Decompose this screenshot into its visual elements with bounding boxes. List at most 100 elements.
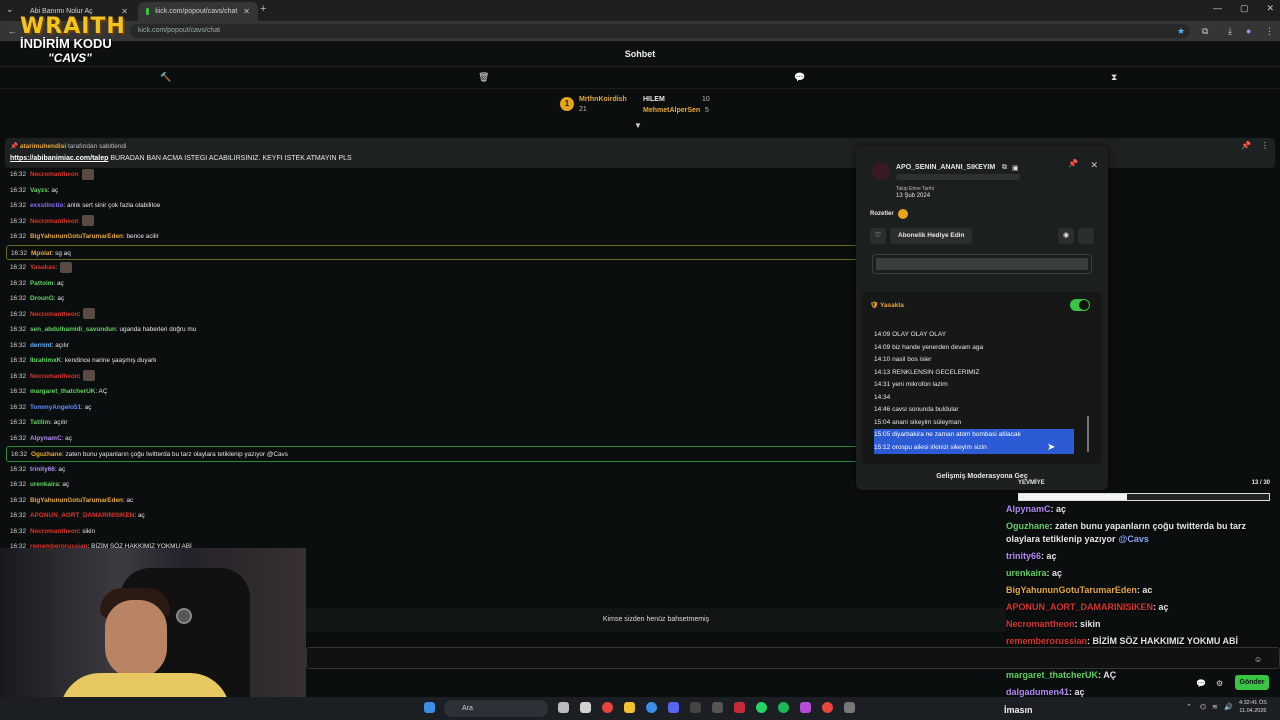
chat-message[interactable]: 16:32 Yasakas: — [6, 260, 858, 276]
chat-message[interactable]: 16:32 exxstinctio: anlık sert sinir çok f… — [6, 198, 858, 214]
message-username[interactable]: Necromantheon — [30, 528, 79, 535]
ban-toggle[interactable] — [1070, 299, 1090, 311]
taskbar-search[interactable]: Ara — [444, 700, 548, 717]
hammer-icon[interactable]: 🔨 — [160, 72, 171, 83]
message-username[interactable]: TommyAngelo51 — [30, 404, 81, 411]
chat-message[interactable]: 16:32 dernint: açılır — [6, 338, 858, 354]
url-field[interactable]: kick.com/popout/cavs/chat — [130, 24, 1190, 38]
history-scrollbar[interactable] — [1087, 416, 1089, 452]
chat-message[interactable]: 16:32 BigYahununGotuTarumarEden: bence ac… — [6, 229, 858, 245]
message-history[interactable]: 14:09 OLAY OLAY OLAY 14:09 biz hande yene… — [874, 329, 1074, 454]
heart-icon[interactable]: ♡ — [870, 228, 886, 244]
extensions-icon[interactable]: ⧉ — [1202, 26, 1208, 37]
chat-message[interactable]: 16:32 Pattoim: aç — [6, 276, 858, 292]
message-username[interactable]: Necromantheon — [30, 311, 79, 318]
chat-bubble-icon[interactable]: 💬 — [1196, 679, 1206, 688]
chat-message[interactable]: 16:32 TommyAngelo51: aç — [6, 400, 858, 416]
taskbar-clock[interactable]: 4:32:41 ÖS 11.04.2026 — [1239, 699, 1267, 715]
chat-message[interactable]: 16:32 Necromantheon — [6, 167, 858, 183]
message-username[interactable]: Necromantheon — [30, 218, 79, 225]
message-username[interactable]: dernint — [30, 342, 52, 349]
mute-icon[interactable]: ◉ — [1058, 228, 1074, 244]
new-tab-button[interactable]: + — [260, 3, 266, 15]
emoji-icon[interactable]: ☺ — [1254, 655, 1262, 664]
history-message[interactable]: 15:12 orospu ailesi irkinizi sikeyim siz… — [874, 441, 1074, 454]
copy-icon[interactable]: ⧉ — [1002, 164, 1007, 172]
app-icon[interactable] — [844, 702, 855, 713]
chat-message[interactable]: 16:32 Vayzs: aç — [6, 183, 858, 199]
close-icon[interactable]: ✕ — [243, 7, 250, 16]
folder-icon[interactable] — [624, 702, 635, 713]
chat-message[interactable]: 16:32 AlpynamC: aç — [6, 431, 858, 447]
chat-message[interactable]: 16:32 urenkaira: aç — [6, 477, 858, 493]
history-message[interactable]: 15:05 diyarbakira ne zaman atom bombasi … — [874, 429, 1074, 442]
chat-message[interactable]: 16:32 trinity66: aç — [6, 462, 858, 478]
unpin-icon[interactable]: 📌 — [1241, 141, 1251, 150]
hourglass-icon[interactable]: ⧗ — [1111, 72, 1117, 83]
history-message[interactable]: 14:09 OLAY OLAY OLAY — [874, 329, 1074, 342]
volume-icon[interactable]: 🔊 — [1224, 703, 1233, 711]
history-message[interactable]: 14:13 RENKLENSIN GECELERIMIZ — [874, 367, 1074, 380]
close-window-icon[interactable]: ✕ — [1266, 3, 1274, 14]
message-username[interactable]: sen_abdulhamidi_savundun — [30, 326, 116, 333]
chat-message[interactable]: 16:32 Mpolat: sg aq — [6, 244, 858, 260]
back-icon[interactable]: ← — [8, 26, 17, 36]
chat-message[interactable]: 16:32 BigYahununGotuTarumarEden: ac — [6, 493, 858, 509]
message-username[interactable]: exxstinctio — [30, 202, 63, 209]
chat-message[interactable]: 16:32 margaret_thatcherUK: AÇ — [6, 384, 858, 400]
message-username[interactable]: urenkaira — [30, 481, 59, 488]
history-message[interactable]: 14:46 cavsi sonunda buldular — [874, 404, 1074, 417]
chat-message[interactable]: 16:32 Necromantheon: — [6, 307, 858, 323]
color-swatch-button[interactable] — [1078, 228, 1094, 244]
history-message[interactable]: 14:10 nasil bos isler — [874, 354, 1074, 367]
message-username[interactable]: Oguzhane — [31, 451, 62, 458]
close-icon[interactable]: ✕ — [1090, 160, 1098, 171]
message-username[interactable]: Pattoim — [30, 280, 53, 287]
task-view-icon[interactable] — [558, 702, 569, 713]
pin-icon[interactable]: 📌 — [1068, 159, 1078, 168]
app-icon[interactable] — [580, 702, 591, 713]
chat-message[interactable]: 16:32 IbrahimxK: kendince narine şaaşmış … — [6, 353, 858, 369]
chat-message-list[interactable]: 16:32 Necromantheon 16:32 Vayzs: aç 16:32 exx… — [6, 167, 858, 552]
chat-message[interactable]: 16:32 APONUN_AORT_DAMARINISIKEN: aç — [6, 508, 858, 524]
send-button[interactable]: Gönder — [1235, 675, 1269, 690]
leader-second-name[interactable]: HILEM — [643, 96, 665, 103]
chat-input[interactable] — [306, 647, 1280, 669]
message-username[interactable]: Mpolat — [31, 250, 52, 257]
chat-message[interactable]: 16:32 DrounG: aç — [6, 291, 858, 307]
history-message[interactable]: 14:31 yeni mikrofon lazim — [874, 379, 1074, 392]
pinned-by-user[interactable]: atarimuhendisi — [20, 143, 66, 150]
app-icon[interactable] — [690, 702, 701, 713]
history-message[interactable]: 14:09 biz hande yenerden devam aga — [874, 342, 1074, 355]
chrome-icon[interactable] — [822, 702, 833, 713]
message-username[interactable]: Necromantheon — [30, 171, 79, 178]
bookmark-star-icon[interactable]: ★ — [1177, 26, 1185, 37]
windows-start-icon[interactable] — [424, 702, 435, 713]
edit-icon[interactable]: ▣ — [1012, 164, 1019, 172]
spotify-icon[interactable] — [778, 702, 789, 713]
card-username[interactable]: APO_SENIN_ANANI_SIKEYIM — [896, 164, 995, 171]
chrome-icon[interactable] — [602, 702, 613, 713]
message-username[interactable]: DrounG — [30, 295, 54, 302]
chat-message[interactable]: 16:32 Oguzhane: zaten bunu yapanların çoğ… — [6, 446, 858, 462]
gift-subscription-button[interactable]: Abonelik Hediye Edin — [890, 228, 973, 244]
history-message[interactable]: 15:04 anani sikeyim süleyman — [874, 417, 1074, 430]
message-username[interactable]: IbrahimxK — [30, 357, 61, 364]
more-menu-icon[interactable]: ⋮ — [1265, 26, 1274, 37]
message-username[interactable]: Necromantheon — [30, 373, 79, 380]
chevron-up-icon[interactable]: ⌃ — [1186, 703, 1192, 711]
chat-message[interactable]: 16:32 Tatilim: açılır — [6, 415, 858, 431]
message-username[interactable]: margaret_thatcherUK — [30, 388, 95, 395]
discord-icon[interactable] — [668, 702, 679, 713]
message-username[interactable]: Tatilim — [30, 419, 50, 426]
message-username[interactable]: AlpynamC — [30, 435, 62, 442]
trash-icon[interactable]: 🗑 — [478, 72, 489, 83]
maximize-icon[interactable]: ▢ — [1240, 3, 1249, 14]
chat-bubble-icon[interactable]: 💬 — [794, 72, 805, 83]
message-username[interactable]: Vayzs — [30, 187, 48, 194]
message-username[interactable]: APONUN_AORT_DAMARINISIKEN — [30, 512, 134, 519]
network-icon[interactable]: ⌬ — [1200, 703, 1206, 711]
leader-first-name[interactable]: MrthnKoirdish — [579, 96, 627, 103]
chat-message[interactable]: 16:32 sen_abdulhamidi_savundun: uganda ha… — [6, 322, 858, 338]
message-username[interactable]: trinity66 — [30, 466, 55, 473]
